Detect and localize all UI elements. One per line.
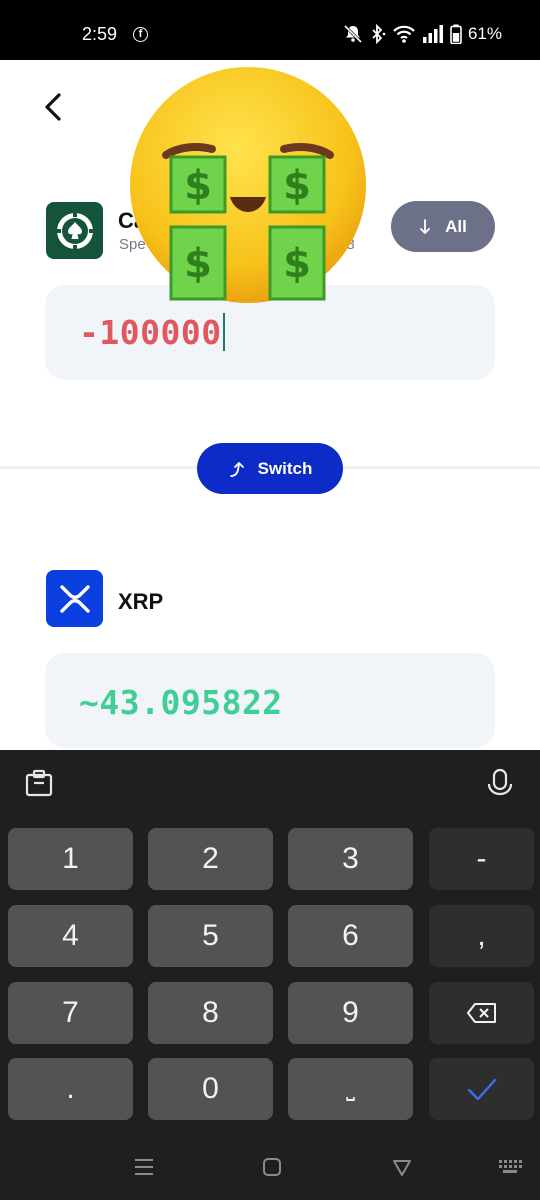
arrow-down-icon bbox=[420, 218, 431, 234]
money-face-emoji-sticker: $ $ $ $ bbox=[128, 67, 368, 307]
svg-text:$: $ bbox=[283, 241, 311, 287]
to-amount-value: ~43.095822 bbox=[79, 683, 283, 722]
switch-button[interactable]: Switch bbox=[197, 443, 343, 494]
key-2[interactable]: 2 bbox=[148, 828, 273, 890]
wifi-icon bbox=[392, 24, 416, 44]
key-3[interactable]: 3 bbox=[288, 828, 413, 890]
keyboard-switch-icon[interactable] bbox=[497, 1158, 523, 1181]
switch-arrow-icon bbox=[229, 461, 244, 477]
battery-icon bbox=[450, 24, 462, 44]
checkmark-icon bbox=[467, 1078, 496, 1101]
status-bar: 2:59 f 61% bbox=[0, 0, 540, 60]
key-8[interactable]: 8 bbox=[148, 982, 273, 1044]
clipboard-icon[interactable] bbox=[24, 768, 54, 803]
all-button-label: All bbox=[445, 216, 467, 236]
backspace-key[interactable] bbox=[429, 982, 534, 1044]
to-asset-name: XRP bbox=[118, 589, 164, 614]
key-0[interactable]: 0 bbox=[148, 1058, 273, 1120]
back-button[interactable] bbox=[40, 90, 68, 124]
svg-text:$: $ bbox=[283, 163, 311, 209]
bluetooth-icon bbox=[370, 24, 386, 44]
key-4[interactable]: 4 bbox=[8, 905, 133, 967]
recents-icon[interactable] bbox=[133, 1156, 155, 1183]
navigation-bar bbox=[0, 1134, 540, 1200]
text-cursor bbox=[222, 313, 225, 351]
signal-icon bbox=[422, 25, 444, 43]
backspace-icon bbox=[466, 1003, 496, 1023]
home-icon[interactable] bbox=[261, 1156, 283, 1183]
xrp-logo-icon bbox=[46, 570, 103, 627]
from-amount-value: -100000 bbox=[79, 313, 222, 352]
svg-text:$: $ bbox=[184, 163, 212, 209]
to-amount-field: ~43.095822 bbox=[45, 653, 495, 748]
key-period[interactable]: . bbox=[8, 1058, 133, 1120]
key-1[interactable]: 1 bbox=[8, 828, 133, 890]
key-6[interactable]: 6 bbox=[288, 905, 413, 967]
casino-chip-icon bbox=[46, 202, 103, 259]
switch-button-label: Switch bbox=[257, 458, 313, 478]
key-7[interactable]: 7 bbox=[8, 982, 133, 1044]
battery-percent: 61% bbox=[467, 24, 502, 43]
back-arrow-icon bbox=[45, 93, 61, 121]
back-triangle-icon[interactable] bbox=[391, 1156, 413, 1183]
microphone-icon[interactable] bbox=[485, 768, 515, 805]
key-minus[interactable]: - bbox=[429, 828, 534, 890]
status-time: 2:59 bbox=[82, 24, 118, 44]
silent-icon bbox=[342, 24, 364, 44]
key-9[interactable]: 9 bbox=[288, 982, 413, 1044]
key-5[interactable]: 5 bbox=[148, 905, 273, 967]
svg-text:$: $ bbox=[184, 241, 212, 287]
key-comma[interactable]: , bbox=[429, 905, 534, 967]
all-button[interactable]: All bbox=[391, 201, 495, 252]
key-space[interactable]: ⎵ bbox=[288, 1058, 413, 1120]
done-key[interactable] bbox=[429, 1058, 534, 1120]
facebook-icon: f bbox=[133, 27, 148, 42]
